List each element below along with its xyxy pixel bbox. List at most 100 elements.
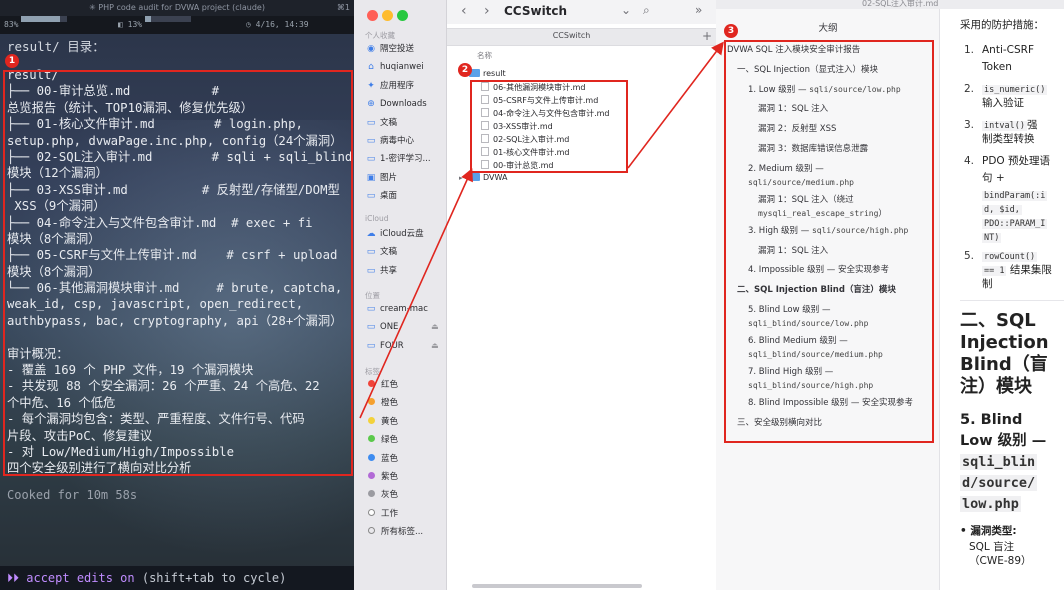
sidebar-item[interactable]: 工作 <box>365 507 398 521</box>
back-button[interactable]: ‹ <box>461 3 467 19</box>
sidebar-item[interactable]: 蓝色 <box>365 452 398 466</box>
sidebar-item[interactable]: ▭ cream-mac <box>365 302 428 316</box>
outline-item[interactable]: 漏洞 2：反射型 XSS <box>758 123 836 135</box>
outline-item[interactable]: 漏洞 1：SQL 注入（绕过 <box>758 194 854 206</box>
outline-item[interactable]: 三、安全级别横向对比 <box>737 417 822 429</box>
column-header-name[interactable]: 名称 <box>477 50 492 61</box>
memory-bar <box>145 16 192 22</box>
outline-item[interactable]: 1. Low 级别 — sqli/source/low.php <box>748 84 901 96</box>
computer-icon: ▭ <box>366 304 376 314</box>
sidebar-item[interactable]: ◉ 隔空投送 <box>365 42 414 56</box>
outline-item[interactable]: 2. Medium 级别 — <box>748 163 824 175</box>
sidebar-item[interactable]: ▣ 图片 <box>365 171 397 185</box>
sidebar-item-label: 文稿 <box>380 117 398 128</box>
sidebar-item[interactable]: ✦ 应用程序 <box>365 79 414 93</box>
outline-item[interactable]: sqli/source/medium.php <box>748 177 854 189</box>
outline-item[interactable]: sqli_blind/source/high.php <box>748 380 873 392</box>
file-row[interactable]: 03-XSS审计.md <box>481 120 553 133</box>
outline-item[interactable]: 漏洞 3：数据库错误信息泄露 <box>758 143 868 155</box>
file-row[interactable]: 04-命令注入与文件包含审计.md <box>481 107 609 120</box>
sidebar-item[interactable]: ▭ 桌面 <box>365 189 397 203</box>
more-icon[interactable]: » <box>695 3 702 17</box>
mode-arrows-icon: ⏵⏵ <box>7 571 20 585</box>
sidebar-item[interactable]: 黄色 <box>365 415 398 429</box>
documents-icon: ▭ <box>366 117 376 128</box>
sidebar-item[interactable]: 橙色 <box>365 396 398 410</box>
outline-item[interactable]: 一、SQL Injection（显式注入）模块 <box>737 64 878 76</box>
terminal-mode-bar[interactable]: ⏵⏵ accept edits on (shift+tab to cycle) <box>0 566 354 590</box>
minimize-window-button[interactable] <box>382 10 393 21</box>
markdown-window[interactable]: 02-SQL注入审计.md 大纲 DVWA SQL 注入模块安全审计报告 一、SQ… <box>716 0 1064 590</box>
finder-content[interactable]: ‹ › CCSwitch ⌄ ⌕ » CCSwitch + 名称 ▾result… <box>447 0 716 590</box>
folder-name: result <box>483 69 506 78</box>
search-icon[interactable]: ⌕ <box>643 3 650 18</box>
outline-item[interactable]: 漏洞 1：SQL 注入 <box>758 103 828 115</box>
file-row[interactable]: 05-CSRF与文件上传审计.md <box>481 94 598 107</box>
terminal-window[interactable]: ✳ PHP code audit for DVWA project (claud… <box>0 0 354 590</box>
outline-item[interactable]: 7. Blind High 级别 — <box>748 366 833 378</box>
cpu-label: 83% <box>4 20 19 29</box>
outline-text: 三、安全级别横向对比 <box>737 417 823 428</box>
outline-item[interactable]: 3. High 级别 — sqli/source/high.php <box>748 225 908 237</box>
annotation-badge-2: 2 <box>458 63 472 77</box>
new-tab-button[interactable]: + <box>702 29 712 43</box>
file-row[interactable]: 06-其他漏洞模块审计.md <box>481 81 585 94</box>
sidebar-item[interactable]: 紫色 <box>365 470 398 484</box>
eject-icon[interactable]: ⏏ <box>431 320 439 334</box>
sidebar-item[interactable]: ▭ 1-密评学习... <box>365 152 431 166</box>
sidebar-item[interactable]: 灰色 <box>365 488 398 502</box>
outline-code: sqli_blind/source/high.php <box>748 381 874 390</box>
sidebar-item[interactable]: ▭ 文稿 <box>365 245 397 259</box>
sidebar-item[interactable]: 所有标签... <box>365 525 423 539</box>
chevron-down-icon[interactable]: ⌄ <box>621 3 631 17</box>
outline-item[interactable]: sqli_blind/source/low.php <box>748 318 868 330</box>
terminal-line: XSS（9个漏洞） <box>7 199 106 214</box>
outline-item[interactable]: 二、SQL Injection Blind（盲注）模块 <box>737 284 896 296</box>
document-content[interactable]: 采用的防护措施： 1. Anti-CSRF Token 2. is_numeric() 输入… <box>940 9 1064 590</box>
sidebar-section-favorites: 个人收藏 <box>365 31 395 40</box>
sidebar-item[interactable]: ▭ 文稿 <box>365 116 397 130</box>
measure-text: PDO 预处理语 <box>982 155 1051 167</box>
close-window-button[interactable] <box>367 10 378 21</box>
pictures-icon: ▣ <box>366 172 376 183</box>
measure-line: 句 + <box>964 170 1005 187</box>
file-name: 00-审计总览.md <box>493 161 554 170</box>
sidebar-item[interactable]: ▭ 共享 <box>365 264 397 278</box>
sidebar-item[interactable]: ▭ 病毒中心 <box>365 134 414 148</box>
measure-line: Token <box>964 59 1012 76</box>
tab-ccswitch[interactable]: CCSwitch <box>447 31 696 40</box>
outline-code: sqli/source/high.php <box>811 225 909 235</box>
outline-item[interactable]: 5. Blind Low 级别 — <box>748 304 831 316</box>
sidebar-item[interactable]: ▭ ONE ⏏ <box>365 320 439 334</box>
sidebar-item[interactable]: ▭ FOUR ⏏ <box>365 339 439 353</box>
sidebar-item[interactable]: ⊕ Downloads <box>365 97 426 111</box>
file-row[interactable]: 02-SQL注入审计.md <box>481 133 569 146</box>
outline-text: 7. Blind High 级别 — <box>748 367 834 377</box>
horizontal-scrollbar[interactable] <box>472 584 642 588</box>
sidebar-item[interactable]: ⌂ huqianwei <box>365 60 424 74</box>
outline-item[interactable]: DVWA SQL 注入模块安全审计报告 <box>727 44 860 56</box>
sidebar-section-icloud: iCloud <box>365 214 389 223</box>
sidebar-item[interactable]: 绿色 <box>365 433 398 447</box>
outline-item[interactable]: 4. Impossible 级别 — 安全实现参考 <box>748 264 889 276</box>
outline-item[interactable]: 6. Blind Medium 级别 — <box>748 335 848 347</box>
tags-icon <box>368 527 375 535</box>
terminal-title-bar: ✳ PHP code audit for DVWA project (claud… <box>0 0 354 16</box>
forward-button[interactable]: › <box>484 3 490 19</box>
disclosure-closed-icon[interactable]: ▸ <box>459 172 469 185</box>
finder-window[interactable]: 个人收藏 ◉ 隔空投送 ⌂ huqianwei ✦ 应用程序 ⊕ Downloads ▭ 文稿 ▭ 病… <box>354 0 716 590</box>
outline-item[interactable]: 漏洞 1：SQL 注入 <box>758 245 828 257</box>
accept-edits-mode[interactable]: accept edits on <box>26 571 134 585</box>
outline-item[interactable]: mysqli_real_escape_string） <box>758 208 887 220</box>
terminal-line: result/ <box>7 68 59 82</box>
zoom-window-button[interactable] <box>397 10 408 21</box>
sidebar-item[interactable]: 红色 <box>365 378 398 392</box>
tag-color-dot <box>368 472 375 479</box>
eject-icon[interactable]: ⏏ <box>431 339 439 353</box>
outline-item[interactable]: sqli_blind/source/medium.php <box>748 349 883 361</box>
sidebar-item-label: 灰色 <box>381 490 399 501</box>
file-row[interactable]: 01-核心文件审计.md <box>481 146 569 159</box>
outline-item[interactable]: 8. Blind Impossible 级别 — 安全实现参考 <box>748 397 913 409</box>
folder-dvwa[interactable]: ▸ DVWA <box>459 171 507 184</box>
sidebar-item[interactable]: ☁ iCloud云盘 <box>365 227 424 241</box>
